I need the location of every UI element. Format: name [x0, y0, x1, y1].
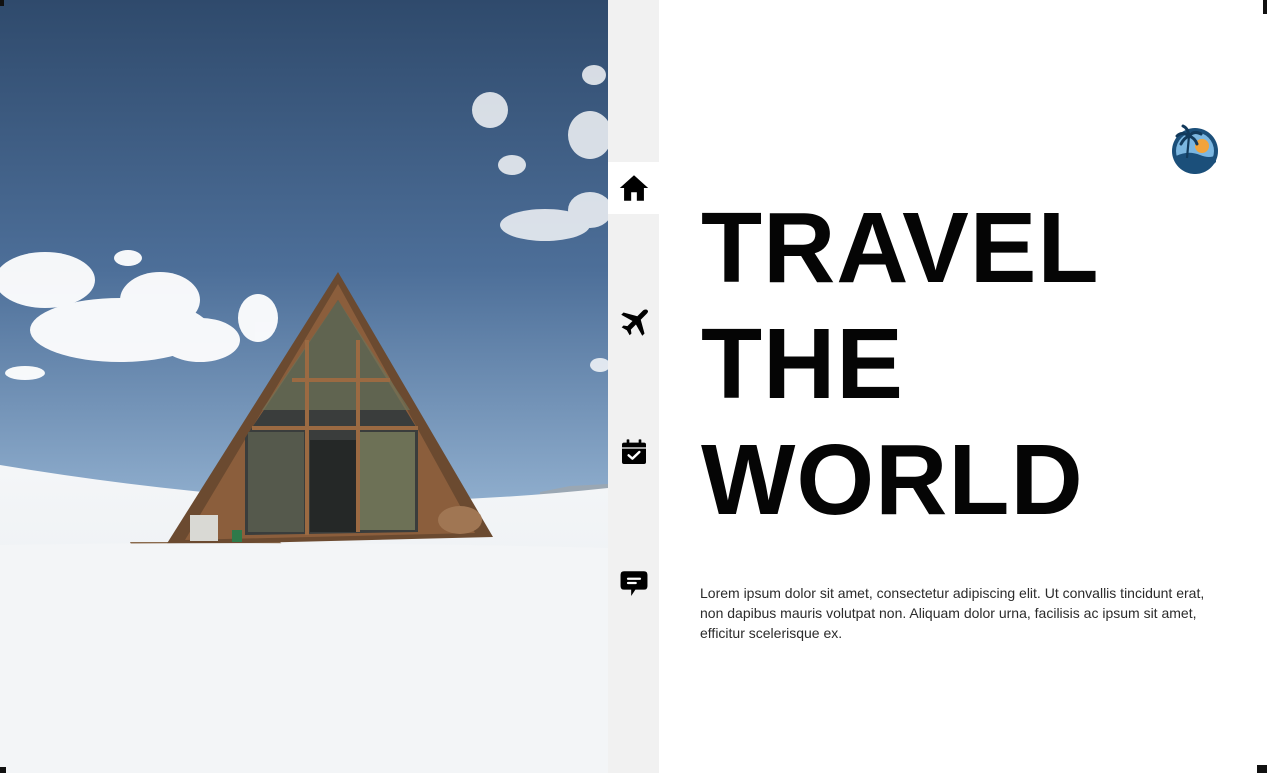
corner-mark-bottom-right — [1257, 765, 1267, 773]
corner-mark-top-left — [0, 0, 4, 6]
nav-home-button[interactable] — [608, 162, 659, 214]
hero-content: TRAVEL THE WORLD Lorem ipsum dolor sit a… — [659, 0, 1267, 773]
title-line-1: TRAVEL — [701, 192, 1100, 304]
corner-mark-top-right — [1263, 0, 1267, 14]
calendar-check-icon — [621, 439, 646, 464]
brand-logo[interactable] — [1170, 122, 1220, 178]
corner-mark-bottom-left — [0, 767, 6, 773]
nav-messages-button[interactable] — [608, 558, 659, 610]
chat-icon — [620, 571, 647, 597]
nav-bookings-button[interactable] — [608, 426, 659, 478]
hero-photo — [0, 0, 608, 773]
home-icon — [619, 175, 648, 201]
title-line-3: WORLD — [701, 424, 1084, 536]
airplane-icon — [620, 309, 648, 336]
hero-description: Lorem ipsum dolor sit amet, consectetur … — [700, 585, 1205, 641]
side-nav — [608, 0, 659, 773]
page-title: TRAVEL THE WORLD — [701, 190, 1100, 538]
nav-flights-button[interactable] — [608, 297, 659, 349]
title-line-2: THE — [701, 308, 904, 420]
